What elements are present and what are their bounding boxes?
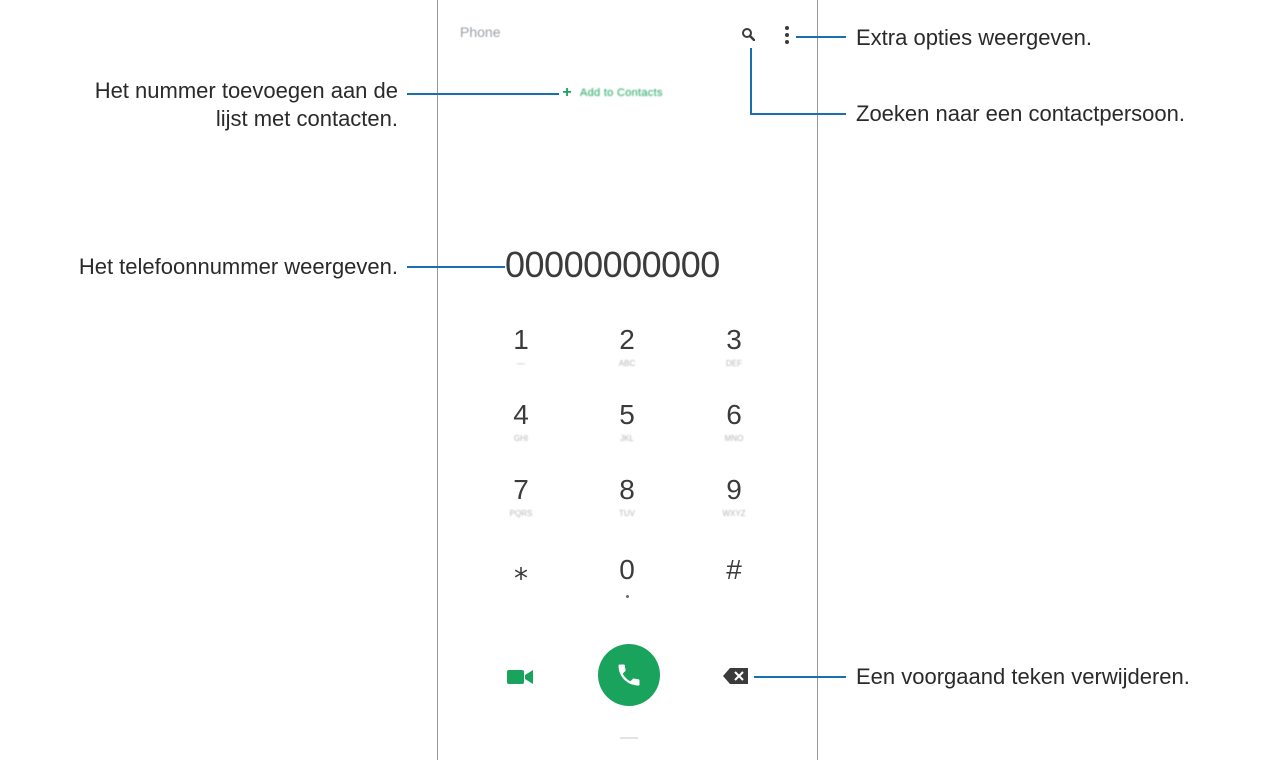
keypad-letters xyxy=(704,589,764,599)
keypad-digit: 3 xyxy=(726,324,742,355)
home-indicator xyxy=(620,737,638,739)
callout-line-search xyxy=(750,113,846,115)
keypad-letters: TUV xyxy=(619,509,635,518)
keypad-digit: 5 xyxy=(619,399,635,430)
keypad-key[interactable]: 6 MNO xyxy=(704,400,764,460)
keypad-digit: 6 xyxy=(726,399,742,430)
callout-search-contact: Zoeken naar een contactpersoon. xyxy=(856,101,1186,126)
keypad-letters: MNO xyxy=(724,434,744,443)
keypad-letters: PQRS xyxy=(509,509,533,518)
call-button[interactable] xyxy=(598,644,660,706)
add-to-contacts-button[interactable]: + Add to Contacts xyxy=(562,84,663,102)
plus-icon: + xyxy=(562,84,572,101)
callout-add-line1: Het nummer toevoegen aan de xyxy=(94,78,398,103)
dialed-number: 00000000000 xyxy=(505,244,720,285)
callout-add-to-contacts: Het nummer toevoegen aan de lijst met co… xyxy=(20,77,398,133)
video-call-icon[interactable] xyxy=(505,665,535,689)
keypad-digit: 0 xyxy=(619,554,635,585)
keypad-digit: # xyxy=(726,554,742,585)
callout-line-search-vertical xyxy=(750,48,752,115)
keypad-digit: 8 xyxy=(619,474,635,505)
keypad-digit: 1 xyxy=(513,324,529,355)
keypad-key[interactable]: 0 xyxy=(597,555,657,615)
keypad-digit: 2 xyxy=(619,324,635,355)
keypad-digit: 4 xyxy=(513,399,529,430)
keypad-plus-dot xyxy=(625,595,629,598)
keypad-letters: DEF xyxy=(726,359,742,368)
keypad-key[interactable]: 8 TUV xyxy=(597,475,657,535)
keypad-letters: — xyxy=(517,359,525,368)
keypad-key[interactable]: 3 DEF xyxy=(704,325,764,385)
callout-add-line2: lijst met contacten. xyxy=(215,106,398,131)
keypad-key[interactable]: 4 GHI xyxy=(491,400,551,460)
callout-line-delete xyxy=(754,676,846,678)
keypad-key[interactable]: 2 ABC xyxy=(597,325,657,385)
keypad-key[interactable]: 1— xyxy=(491,325,551,385)
keypad-digit: 9 xyxy=(726,474,742,505)
keypad-digit: 7 xyxy=(513,474,529,505)
keypad-digit: ⁎ xyxy=(514,554,528,585)
keypad-key[interactable]: 5 JKL xyxy=(597,400,657,460)
phone-icon xyxy=(618,664,640,686)
keypad-letters xyxy=(491,589,551,599)
callout-line-more xyxy=(796,36,846,38)
more-vertical-icon[interactable] xyxy=(782,25,792,45)
keypad-key[interactable]: ⁎ xyxy=(491,555,551,615)
keypad-key[interactable]: 9 WXYZ xyxy=(704,475,764,535)
keypad-letters: GHI xyxy=(513,434,529,443)
app-title: Phone xyxy=(460,24,501,40)
callout-line-number xyxy=(407,266,505,268)
callout-show-number: Het telefoonnummer weergeven. xyxy=(78,254,398,279)
callout-line-add xyxy=(407,93,559,95)
add-to-contacts-label: Add to Contacts xyxy=(580,87,663,99)
backspace-icon[interactable] xyxy=(722,666,750,686)
keypad-key[interactable]: # xyxy=(704,555,764,615)
keypad-letters: JKL xyxy=(620,434,634,443)
keypad-letters: ABC xyxy=(618,359,636,368)
keypad-key[interactable]: 7 PQRS xyxy=(491,475,551,535)
keypad-letters: WXYZ xyxy=(722,509,746,518)
callout-extra-options: Extra opties weergeven. xyxy=(856,25,1093,50)
callout-delete-char: Een voorgaand teken verwijderen. xyxy=(856,664,1190,689)
search-icon[interactable] xyxy=(741,27,755,41)
